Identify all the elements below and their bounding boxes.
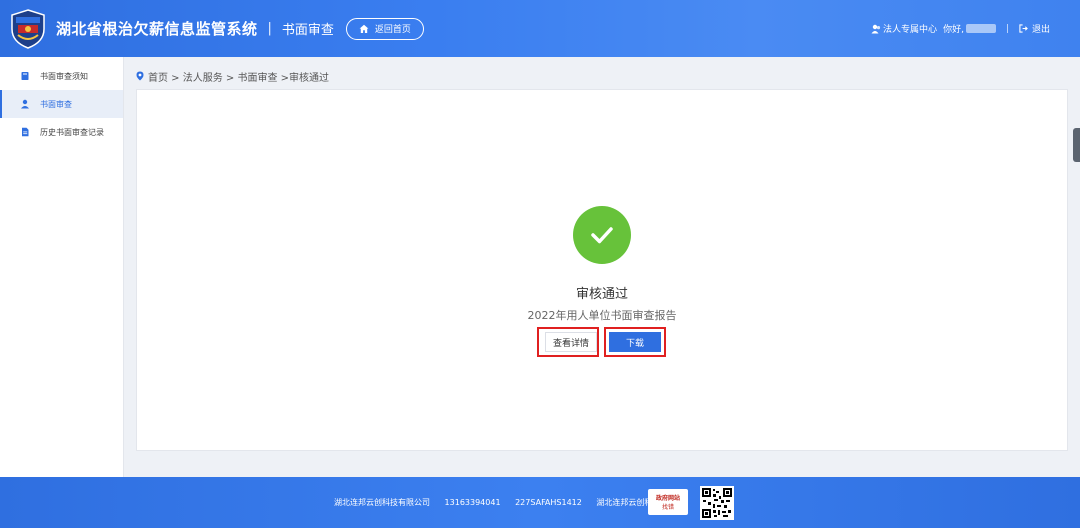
- user-center-link[interactable]: 法人专属中心: [871, 22, 937, 35]
- result-title: 审核通过: [575, 287, 628, 302]
- logout-link[interactable]: 退出: [1019, 22, 1050, 35]
- success-check-icon: [573, 206, 631, 264]
- username-redacted: [965, 24, 996, 33]
- header-user-area: 法人专属中心 你好, | 退出: [871, 0, 1050, 57]
- result-panel: 审核通过 2022年用人单位书面审查报告 查看详情 下载: [136, 89, 1068, 451]
- breadcrumb: 首页 > 法人服务 > 书面审查 >审核通过: [136, 68, 329, 84]
- user-group-icon: [871, 24, 881, 33]
- gov-badge-line1: 政府网站: [655, 495, 680, 502]
- gov-error-badge[interactable]: 政府网站 找错: [648, 489, 688, 515]
- view-detail-button[interactable]: 查看详情: [545, 332, 597, 352]
- download-button[interactable]: 下载: [609, 332, 661, 352]
- logout-icon: [1019, 24, 1028, 33]
- user-center-label: 法人专属中心: [883, 25, 938, 35]
- sidebar-item-label: 书面审查: [40, 99, 72, 109]
- location-pin-icon: [136, 71, 144, 81]
- greeting-text: 你好,: [943, 25, 964, 35]
- book-icon: [21, 72, 29, 80]
- back-home-label: 返回首页: [374, 25, 411, 35]
- title-separator: |: [267, 21, 272, 36]
- gov-badge-line2: 找错: [661, 504, 674, 511]
- sidebar-item-label: 书面审查须知: [40, 71, 88, 81]
- section-title: 书面审查: [281, 23, 334, 38]
- side-drawer-handle[interactable]: [1073, 128, 1080, 162]
- top-header: 湖北省根治欠薪信息监管系统 | 书面审查 返回首页 法人专属中心 你好, | 退…: [0, 0, 1080, 57]
- document-icon: [22, 127, 29, 137]
- user-icon: [21, 99, 29, 109]
- result-subtitle: 2022年用人单位书面审查报告: [527, 309, 677, 322]
- footer-code: 227SAFAHS1412: [515, 498, 582, 507]
- footer: 湖北连邦云创科技有限公司 13163394041 227SAFAHS1412 湖…: [0, 477, 1080, 528]
- footer-company: 湖北连邦云创科技有限公司: [334, 498, 430, 507]
- sidebar-item-label: 历史书面审查记录: [40, 127, 104, 137]
- system-title: 湖北省根治欠薪信息监管系统: [56, 20, 258, 38]
- sidebar-item-notice[interactable]: 书面审查须知: [0, 62, 123, 90]
- sidebar-item-review[interactable]: 书面审查: [0, 90, 123, 118]
- qr-code-icon: [700, 486, 734, 520]
- sidebar: 书面审查须知 书面审查 历史书面审查记录: [0, 57, 124, 477]
- back-home-button[interactable]: 返回首页: [345, 17, 424, 40]
- home-icon: [359, 24, 369, 33]
- footer-info: 湖北连邦云创科技有限公司 13163394041 227SAFAHS1412 湖…: [334, 497, 672, 508]
- sidebar-item-history[interactable]: 历史书面审查记录: [0, 118, 123, 146]
- footer-phone: 13163394041: [444, 498, 501, 507]
- header-pipe: |: [1005, 23, 1009, 34]
- system-emblem-icon: [10, 8, 46, 49]
- breadcrumb-text: 首页 > 法人服务 > 书面审查 >审核通过: [148, 72, 330, 84]
- logout-label: 退出: [1031, 25, 1050, 35]
